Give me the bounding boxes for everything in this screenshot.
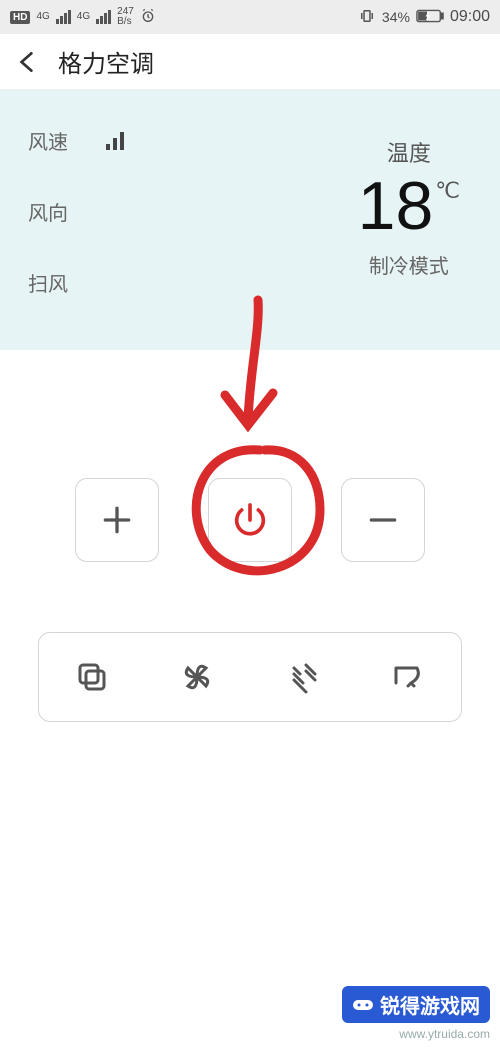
minus-icon — [363, 500, 403, 540]
watermark: 锐得游戏网 www.ytruida.com — [342, 986, 490, 1041]
airflow-icon — [285, 659, 321, 695]
temperature-block: 温度 18 ℃ 制冷模式 — [358, 136, 460, 279]
mode-text: 制冷模式 — [358, 250, 460, 279]
network-1: 4G — [36, 12, 49, 22]
clock: 09:00 — [450, 8, 490, 26]
power-icon — [230, 500, 270, 540]
back-icon — [22, 53, 32, 70]
increase-button[interactable] — [75, 478, 159, 562]
gamepad-icon — [352, 997, 374, 1013]
fan-speed-label: 风速 — [28, 126, 78, 155]
mode-bar — [38, 632, 462, 722]
temperature-unit: ℃ — [435, 180, 460, 202]
swing-label: 扫风 — [28, 268, 78, 297]
watermark-url: www.ytruida.com — [342, 1027, 490, 1041]
mode-button[interactable] — [62, 647, 122, 707]
decrease-button[interactable] — [341, 478, 425, 562]
network-2: 4G — [77, 12, 90, 22]
control-buttons — [0, 478, 500, 562]
airflow-button[interactable] — [273, 647, 333, 707]
status-bar: HD 4G 4G 247 B/s 34% 09:00 — [0, 0, 500, 34]
back-button[interactable] — [14, 49, 54, 75]
battery-icon — [416, 9, 444, 26]
fan-icon — [179, 659, 215, 695]
watermark-badge: 锐得游戏网 — [342, 986, 490, 1023]
battery-pct: 34% — [382, 9, 410, 25]
status-right: 34% 09:00 — [358, 7, 490, 28]
temperature-value: 18 ℃ — [358, 172, 460, 240]
alarm-icon — [140, 8, 156, 27]
swing-button[interactable] — [378, 647, 438, 707]
temperature-label: 温度 — [358, 136, 460, 168]
vibrate-icon — [358, 7, 376, 28]
page-title: 格力空调 — [58, 44, 154, 79]
hd-badge: HD — [10, 11, 30, 24]
signal-icon-2 — [96, 10, 111, 24]
plus-icon — [97, 500, 137, 540]
fan-speed-bars-icon — [106, 132, 124, 150]
ac-info-panel: 风速 风向 扫风 温度 18 ℃ 制冷模式 — [0, 90, 500, 350]
net-speed: 247 B/s — [117, 7, 134, 27]
swing-icon — [390, 659, 426, 695]
fan-button[interactable] — [167, 647, 227, 707]
app-bar: 格力空调 — [0, 34, 500, 90]
status-left: HD 4G 4G 247 B/s — [10, 7, 156, 27]
mode-icon — [74, 659, 110, 695]
signal-icon-1 — [56, 10, 71, 24]
fan-direction-label: 风向 — [28, 197, 78, 226]
power-button[interactable] — [208, 478, 292, 562]
